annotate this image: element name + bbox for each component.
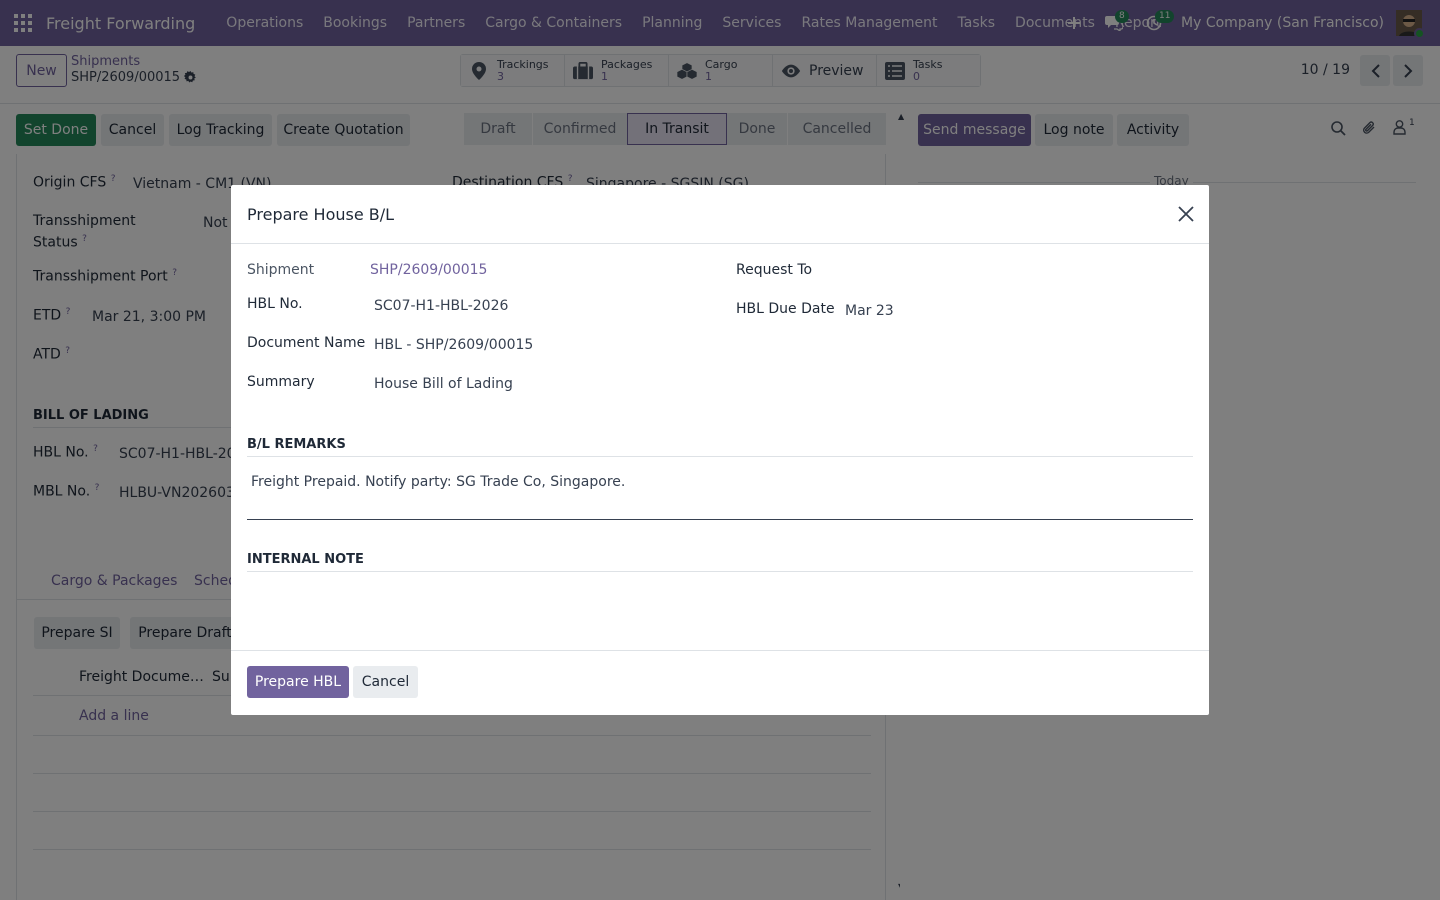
hbl-due-date-label: HBL Due Date (736, 301, 835, 317)
prepare-hbl-button[interactable]: Prepare HBL (247, 666, 349, 698)
summary-label: Summary (247, 374, 315, 390)
document-name-label: Document Name (247, 335, 366, 351)
cancel-dialog-button[interactable]: Cancel (353, 666, 418, 698)
internal-note-section: INTERNAL NOTE (247, 552, 1193, 572)
hbl-no-label: HBL No. (247, 296, 303, 312)
close-icon[interactable] (1177, 205, 1195, 223)
bl-remarks-textarea[interactable]: Freight Prepaid. Notify party: SG Trade … (251, 474, 625, 490)
prepare-hbl-dialog: Prepare House B/L Shipment SHP/2609/0001… (231, 185, 1209, 715)
hbl-due-date-input[interactable]: Mar 23 (845, 303, 894, 319)
dialog-header: Prepare House B/L (231, 185, 1209, 244)
dialog-footer: Prepare HBL Cancel (231, 650, 1209, 715)
internal-note-textarea[interactable] (247, 577, 1193, 637)
shipment-label: Shipment (247, 262, 315, 278)
dialog-title: Prepare House B/L (247, 205, 395, 224)
document-name-input[interactable]: HBL - SHP/2609/00015 (374, 337, 533, 353)
bl-remarks-section: B/L REMARKS (247, 437, 1193, 457)
shipment-link[interactable]: SHP/2609/00015 (370, 262, 487, 278)
summary-input[interactable]: House Bill of Lading (374, 376, 513, 392)
request-to-input[interactable] (845, 257, 1193, 281)
request-to-label: Request To (736, 262, 813, 278)
hbl-no-input[interactable]: SC07-H1-HBL-2026 (374, 298, 508, 314)
